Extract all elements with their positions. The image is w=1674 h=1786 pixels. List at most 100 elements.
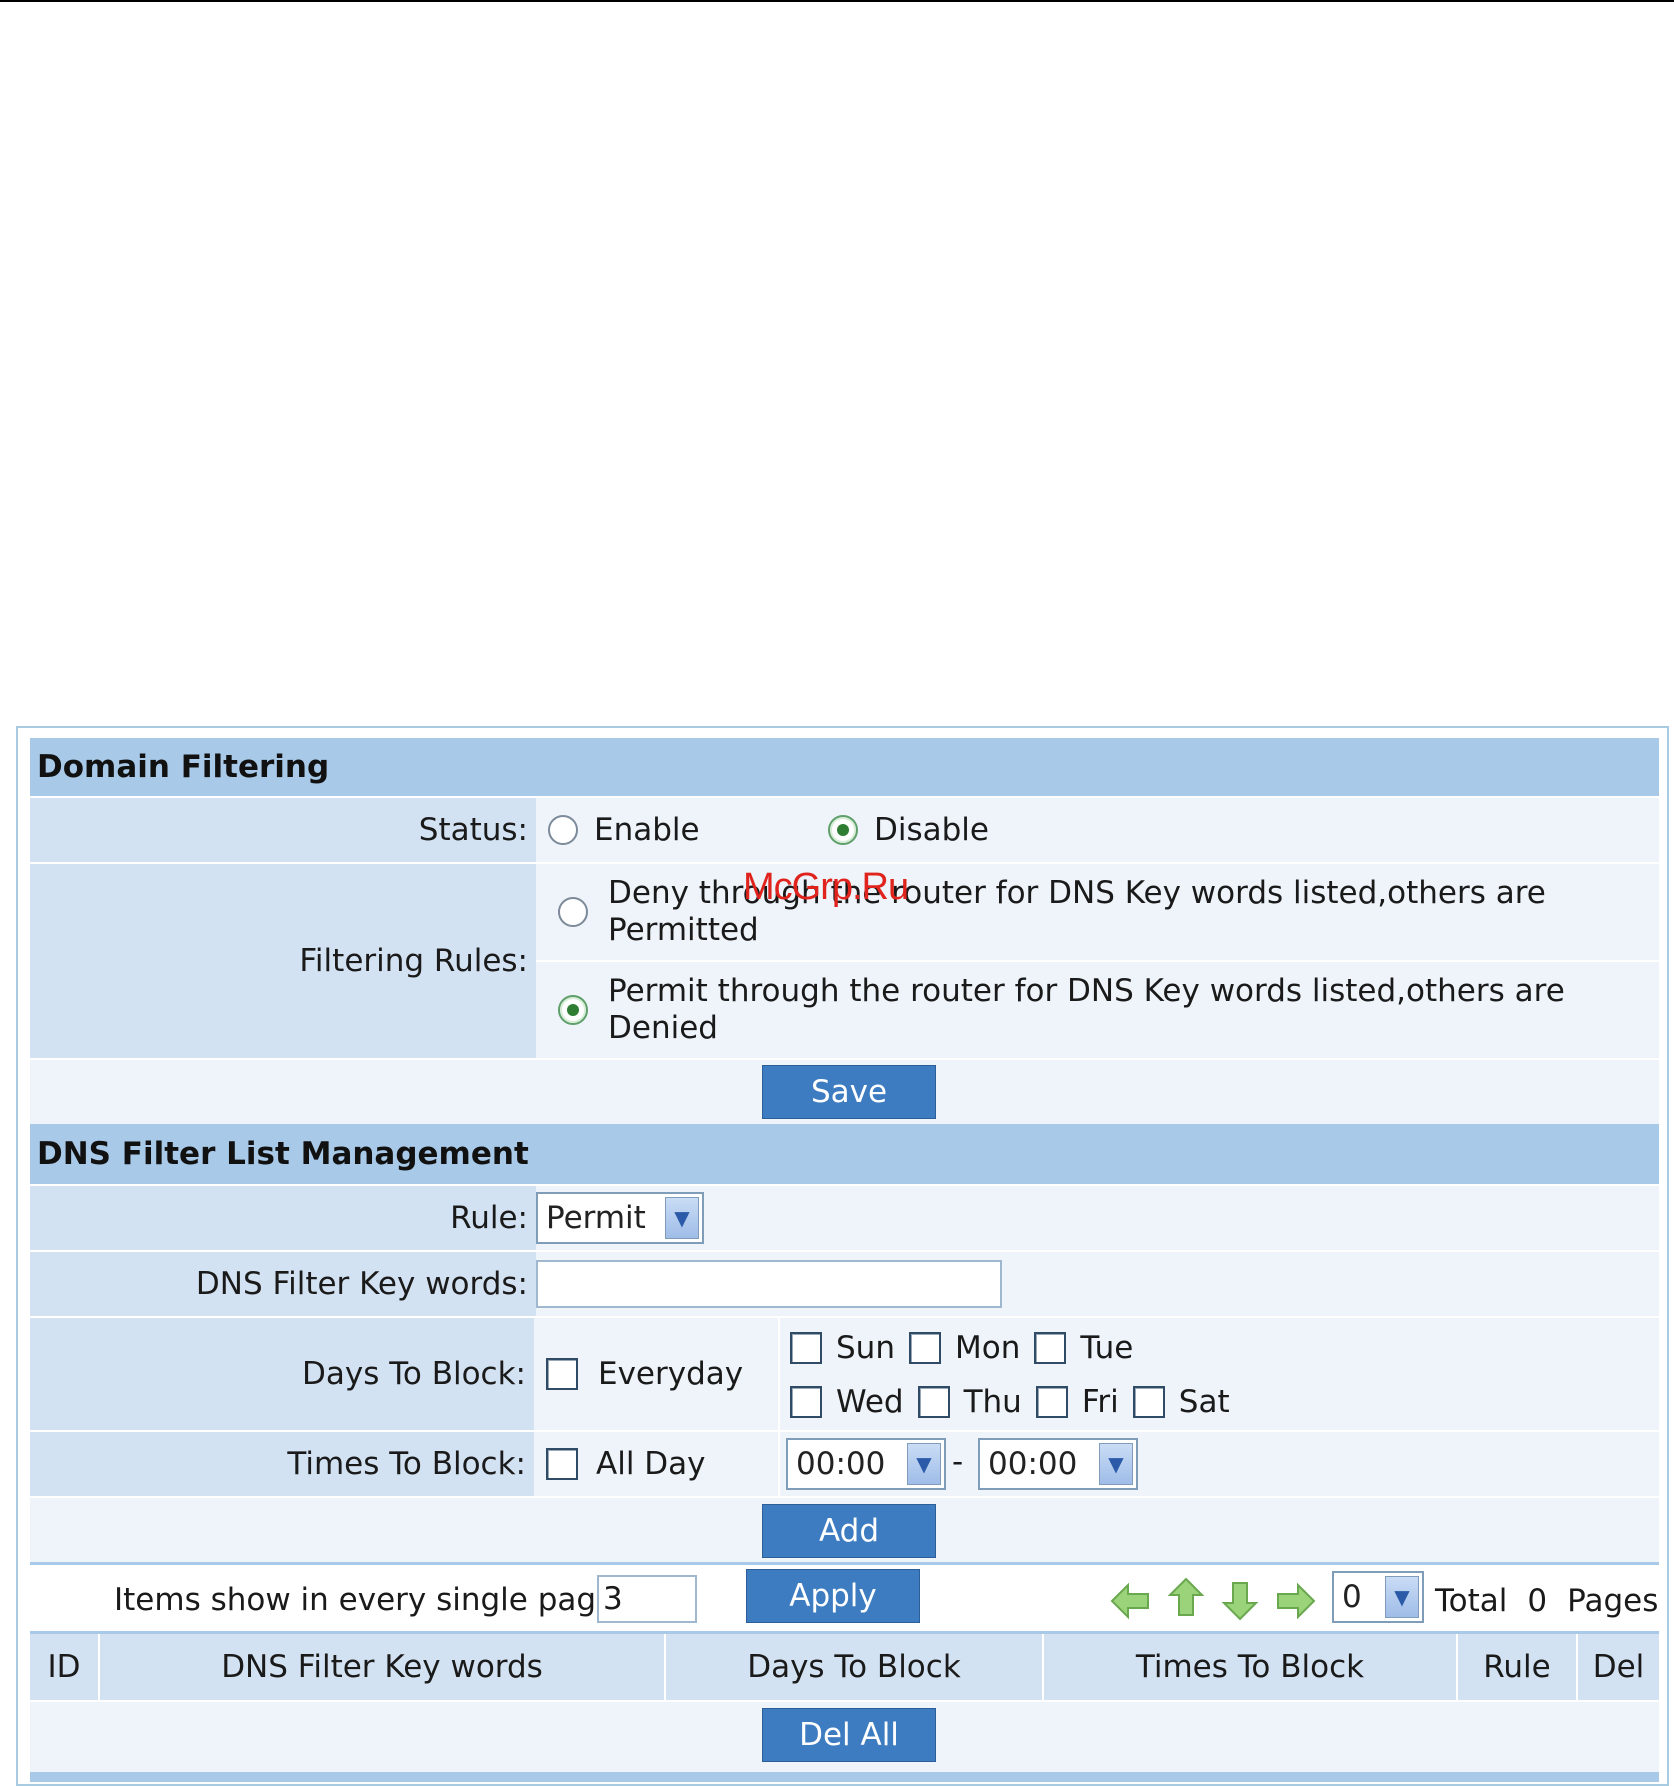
rule-select[interactable]: Permit ▼ bbox=[536, 1192, 704, 1244]
pages-label: Pages bbox=[1567, 1583, 1659, 1619]
apply-button[interactable]: Apply bbox=[746, 1569, 920, 1623]
time-end-value: 00:00 bbox=[988, 1446, 1078, 1482]
status-row: Status: Enable Disable bbox=[30, 796, 1659, 862]
allday-label: All Day bbox=[596, 1446, 706, 1482]
rule-permit-line1: Permit through the router for DNS Key wo… bbox=[608, 973, 1565, 1009]
day-thu-checkbox[interactable] bbox=[917, 1386, 950, 1418]
day-sun-option[interactable]: Sun bbox=[790, 1330, 895, 1366]
day-fri-option[interactable]: Fri bbox=[1035, 1384, 1119, 1420]
last-page-icon[interactable] bbox=[1274, 1579, 1318, 1623]
keywords-row: DNS Filter Key words: bbox=[30, 1250, 1659, 1316]
day-tue-label: Tue bbox=[1080, 1330, 1134, 1366]
time-end-select[interactable]: 00:00 ▼ bbox=[978, 1438, 1138, 1490]
day-wed-checkbox[interactable] bbox=[790, 1386, 822, 1418]
chevron-down-icon[interactable]: ▼ bbox=[1385, 1576, 1419, 1618]
day-mon-option[interactable]: Mon bbox=[908, 1330, 1021, 1366]
domain-filtering-title: Domain Filtering bbox=[37, 749, 330, 785]
status-enable-option[interactable]: Enable bbox=[548, 812, 828, 848]
rule-deny-option[interactable]: Deny through the router for DNS Key word… bbox=[536, 864, 1659, 960]
domain-filtering-panel: Domain Filtering Status: Enable Disable … bbox=[16, 726, 1669, 1786]
status-disable-option[interactable]: Disable bbox=[828, 812, 989, 848]
time-range-cell: 00:00 ▼ - 00:00 ▼ bbox=[780, 1432, 1659, 1496]
add-button[interactable]: Add bbox=[762, 1504, 936, 1558]
everyday-option[interactable]: Everyday bbox=[546, 1356, 743, 1392]
allday-option[interactable]: All Day bbox=[546, 1446, 706, 1482]
days-label: Days To Block: bbox=[30, 1318, 534, 1430]
table-header: ID DNS Filter Key words Days To Block Ti… bbox=[30, 1634, 1659, 1700]
items-per-page-input[interactable]: 3 bbox=[597, 1575, 697, 1623]
rule-permit-text: Permit through the router for DNS Key wo… bbox=[608, 973, 1565, 1047]
col-del: Del bbox=[1578, 1634, 1659, 1700]
weekdays-row-2: Wed Thu Fri Sat bbox=[790, 1376, 1659, 1428]
rule-value-cell: Permit ▼ bbox=[536, 1186, 1659, 1250]
time-start-value: 00:00 bbox=[796, 1446, 886, 1482]
keywords-label: DNS Filter Key words: bbox=[30, 1252, 536, 1316]
rule-deny-line2: Permitted bbox=[608, 912, 759, 948]
save-button[interactable]: Save bbox=[762, 1065, 936, 1119]
rule-permit-option[interactable]: Permit through the router for DNS Key wo… bbox=[536, 960, 1659, 1058]
time-range-separator: - bbox=[952, 1444, 964, 1480]
col-rule: Rule bbox=[1458, 1634, 1578, 1700]
chevron-down-icon[interactable]: ▼ bbox=[1099, 1443, 1133, 1485]
day-fri-checkbox[interactable] bbox=[1035, 1386, 1068, 1418]
status-enable-radio[interactable] bbox=[548, 815, 578, 845]
status-disable-radio[interactable] bbox=[828, 815, 858, 845]
dns-filter-header: DNS Filter List Management bbox=[30, 1124, 1659, 1184]
first-page-icon[interactable] bbox=[1108, 1579, 1152, 1623]
status-enable-label: Enable bbox=[594, 812, 700, 848]
day-tue-checkbox[interactable] bbox=[1034, 1332, 1067, 1364]
chevron-down-icon[interactable]: ▼ bbox=[907, 1443, 941, 1485]
del-all-button[interactable]: Del All bbox=[762, 1708, 936, 1762]
total-value: 0 bbox=[1527, 1583, 1548, 1619]
day-sat-label: Sat bbox=[1178, 1384, 1230, 1420]
day-thu-option[interactable]: Thu bbox=[917, 1384, 1022, 1420]
domain-filtering-header: Domain Filtering bbox=[30, 738, 1659, 796]
pagination-row: Items show in every single page 3 Apply … bbox=[30, 1562, 1659, 1634]
col-id: ID bbox=[30, 1634, 100, 1700]
filtering-rules-row: Filtering Rules: Deny through the router… bbox=[30, 862, 1659, 1058]
rule-deny-text: Deny through the router for DNS Key word… bbox=[608, 875, 1546, 949]
status-label: Status: bbox=[30, 798, 536, 862]
page-select-value: 0 bbox=[1342, 1579, 1362, 1615]
keywords-input[interactable] bbox=[536, 1260, 1002, 1308]
page-select[interactable]: 0 ▼ bbox=[1332, 1571, 1424, 1623]
chevron-down-icon[interactable]: ▼ bbox=[665, 1197, 699, 1239]
col-keywords: DNS Filter Key words bbox=[100, 1634, 666, 1700]
day-sun-checkbox[interactable] bbox=[790, 1332, 822, 1364]
rule-permit-radio[interactable] bbox=[558, 995, 588, 1025]
dns-filter-title: DNS Filter List Management bbox=[37, 1136, 529, 1172]
status-options: Enable Disable bbox=[536, 798, 1659, 862]
day-wed-label: Wed bbox=[836, 1384, 904, 1420]
allday-cell: All Day bbox=[534, 1432, 780, 1496]
day-mon-label: Mon bbox=[954, 1330, 1021, 1366]
everyday-checkbox[interactable] bbox=[546, 1358, 578, 1390]
add-row: Add bbox=[30, 1496, 1659, 1562]
filtering-rules-label: Filtering Rules: bbox=[30, 864, 536, 1058]
time-start-select[interactable]: 00:00 ▼ bbox=[786, 1438, 946, 1490]
rule-deny-line1: Deny through the router for DNS Key word… bbox=[608, 875, 1546, 911]
next-page-icon[interactable] bbox=[1218, 1579, 1262, 1623]
weekdays-cell: Sun Mon Tue Wed Thu Fri Sat bbox=[780, 1318, 1659, 1430]
status-disable-label: Disable bbox=[874, 812, 989, 848]
day-sat-option[interactable]: Sat bbox=[1132, 1384, 1230, 1420]
day-tue-option[interactable]: Tue bbox=[1034, 1330, 1133, 1366]
previous-page-icon[interactable] bbox=[1164, 1575, 1208, 1619]
rule-select-value: Permit bbox=[546, 1200, 646, 1236]
rule-permit-line2: Denied bbox=[608, 1010, 718, 1046]
rule-deny-radio[interactable] bbox=[558, 897, 588, 927]
allday-checkbox[interactable] bbox=[546, 1448, 578, 1480]
day-sat-checkbox[interactable] bbox=[1132, 1386, 1165, 1418]
col-times: Times To Block bbox=[1044, 1634, 1458, 1700]
rule-row: Rule: Permit ▼ bbox=[30, 1184, 1659, 1250]
keywords-value-cell bbox=[536, 1252, 1659, 1316]
day-wed-option[interactable]: Wed bbox=[790, 1384, 904, 1420]
rule-label: Rule: bbox=[30, 1186, 536, 1250]
top-rule bbox=[0, 0, 1674, 2]
col-days: Days To Block bbox=[666, 1634, 1044, 1700]
everyday-cell: Everyday bbox=[534, 1318, 780, 1430]
day-mon-checkbox[interactable] bbox=[908, 1332, 941, 1364]
panel-footer-bar bbox=[30, 1772, 1659, 1782]
times-row: Times To Block: All Day 00:00 ▼ - 00:00 … bbox=[30, 1430, 1659, 1496]
everyday-label: Everyday bbox=[598, 1356, 744, 1392]
save-row: Save bbox=[30, 1058, 1659, 1124]
